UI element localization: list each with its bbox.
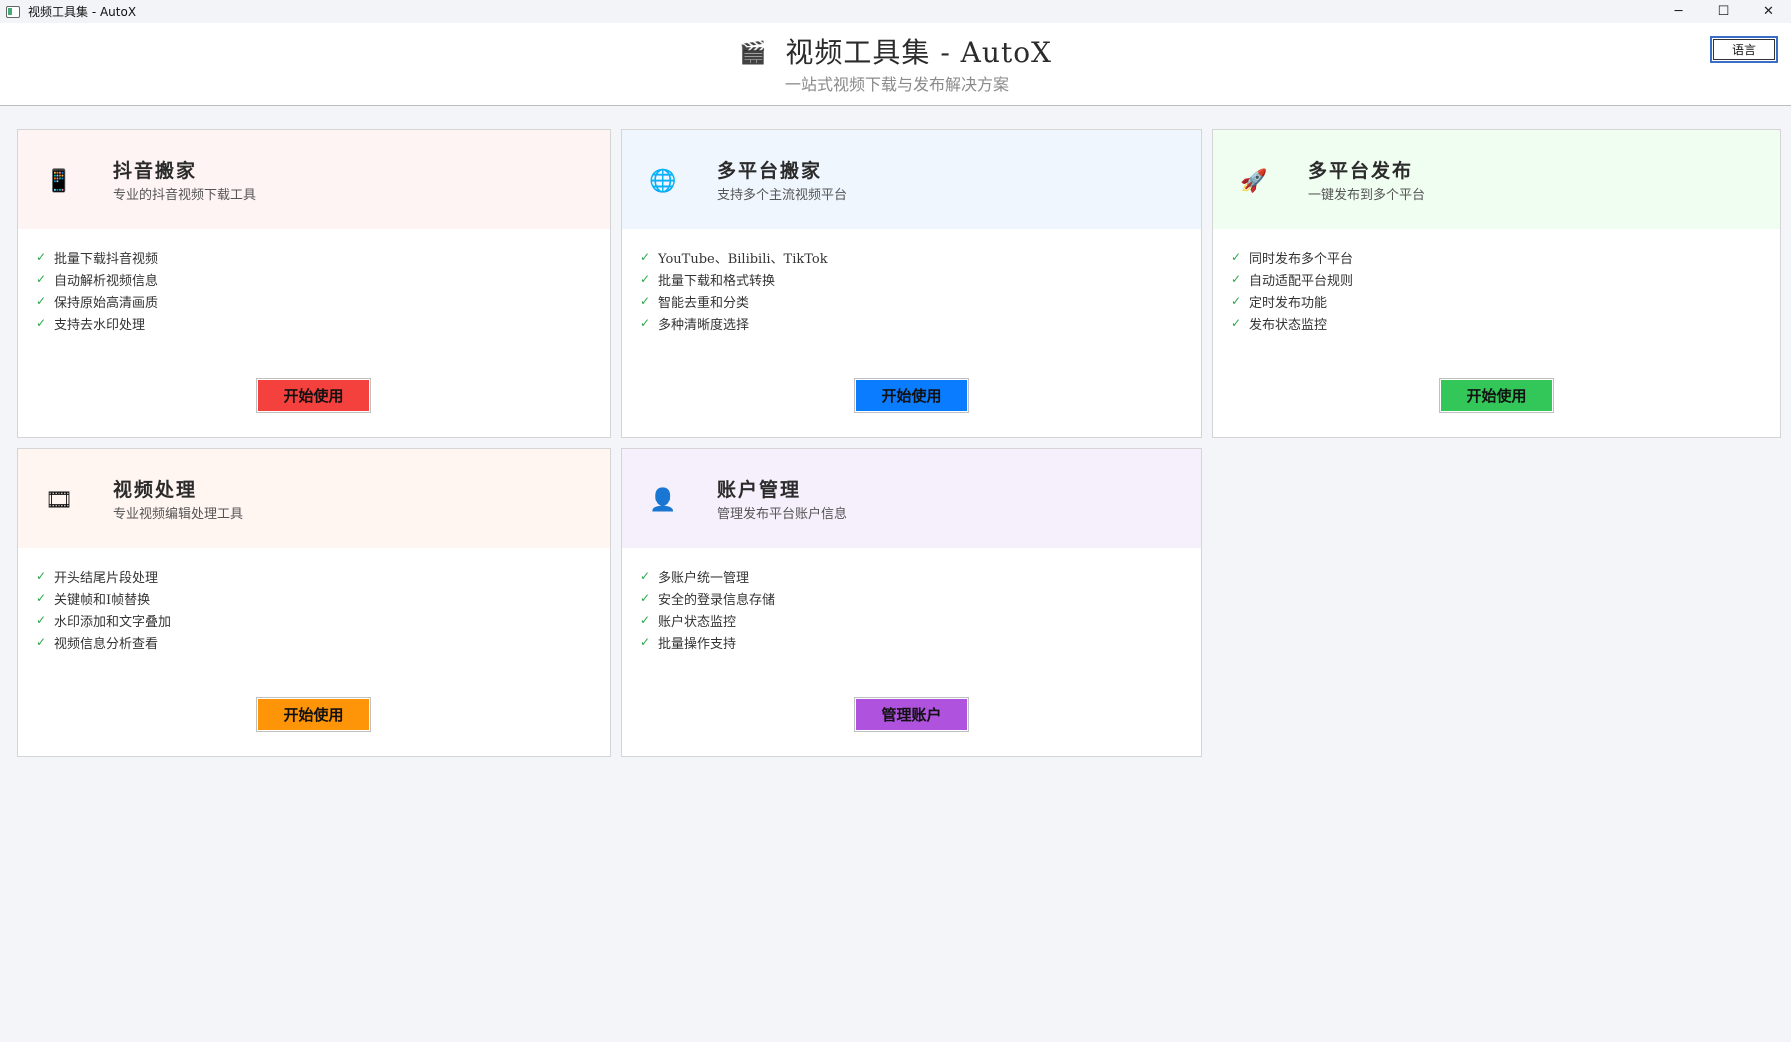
manage-accounts-button[interactable]: 管理账户 xyxy=(854,697,969,732)
feature-list: ✓ 多账户统一管理 ✓ 安全的登录信息存储 ✓ 账户状态监控 ✓ 批量操作支持 xyxy=(640,565,775,653)
card-title: 视频处理 xyxy=(113,479,198,501)
feature-item: ✓ 支持去水印处理 xyxy=(36,316,146,333)
card-header: 🌐 多平台搬家 支持多个主流视频平台 xyxy=(622,130,1201,229)
feature-item: ✓ 保持原始高清画质 xyxy=(36,294,159,311)
card-multiplatform-publish: 🚀 多平台发布 一键发布到多个平台 ✓ 同时发布多个平台 ✓ 自动适配平台规则 ✓ 定… xyxy=(1212,129,1781,438)
card-title: 多平台搬家 xyxy=(717,160,823,182)
check-icon: ✓ xyxy=(640,613,651,627)
check-icon: ✓ xyxy=(36,250,47,264)
feature-list: ✓ 同时发布多个平台 ✓ 自动适配平台规则 ✓ 定时发布功能 ✓ 发布状态监控 xyxy=(1231,246,1353,334)
card-title: 多平台发布 xyxy=(1308,160,1414,182)
feature-item: ✓ 批量下载抖音视频 xyxy=(36,250,159,267)
check-icon: ✓ xyxy=(1231,250,1242,264)
card-video-processing: 🎞 视频处理 专业视频编辑处理工具 ✓ 开头结尾片段处理 ✓ 关键帧和I帧替换 ✓ 水… xyxy=(17,448,611,757)
feature-item: ✓ 视频信息分析查看 xyxy=(36,635,159,652)
feature-item: ✓ 安全的登录信息存储 xyxy=(640,591,776,608)
feature-list: ✓ YouTube、Bilibili、TikTok ✓ 批量下载和格式转换 ✓ 智能去… xyxy=(640,246,828,334)
feature-list: ✓ 开头结尾片段处理 ✓ 关键帧和I帧替换 ✓ 水印添加和文字叠加 ✓ 视频信息分析查看 xyxy=(36,565,171,653)
card-description: 管理发布平台账户信息 xyxy=(717,507,848,522)
rocket-icon: 🚀 xyxy=(1240,168,1268,194)
check-icon: ✓ xyxy=(640,569,651,583)
close-icon[interactable]: ✕ xyxy=(1746,0,1791,23)
phone-icon: 📱 xyxy=(45,168,73,194)
feature-item: ✓ 批量操作支持 xyxy=(640,635,737,652)
feature-item: ✓ 水印添加和文字叠加 xyxy=(36,613,172,630)
window-titlebar: 视频工具集 - AutoX ─ ☐ ✕ xyxy=(0,0,1791,23)
check-icon: ✓ xyxy=(36,613,47,627)
check-icon: ✓ xyxy=(1231,316,1242,330)
feature-item: ✓ 自动解析视频信息 xyxy=(36,272,159,289)
card-description: 专业视频编辑处理工具 xyxy=(113,507,244,522)
check-icon: ✓ xyxy=(36,294,47,308)
feature-item: ✓ 同时发布多个平台 xyxy=(1231,250,1354,267)
feature-item: ✓ 多种清晰度选择 xyxy=(640,316,750,333)
start-button-douyin[interactable]: 开始使用 xyxy=(256,378,371,413)
card-douyin-transfer: 📱 抖音搬家 专业的抖音视频下载工具 ✓ 批量下载抖音视频 ✓ 自动解析视频信息 ✓… xyxy=(17,129,611,438)
check-icon: ✓ xyxy=(640,635,651,649)
start-button-video-processing[interactable]: 开始使用 xyxy=(256,697,371,732)
feature-item: ✓ 发布状态监控 xyxy=(1231,316,1328,333)
card-header: 📱 抖音搬家 专业的抖音视频下载工具 xyxy=(18,130,610,229)
check-icon: ✓ xyxy=(1231,272,1242,286)
card-description: 专业的抖音视频下载工具 xyxy=(113,188,257,203)
card-account-management: 👤 账户管理 管理发布平台账户信息 ✓ 多账户统一管理 ✓ 安全的登录信息存储 ✓ 账… xyxy=(621,448,1202,757)
minimize-icon[interactable]: ─ xyxy=(1656,0,1701,23)
card-header: 🎞 视频处理 专业视频编辑处理工具 xyxy=(18,449,610,548)
feature-item: ✓ 开头结尾片段处理 xyxy=(36,569,159,586)
feature-item: ✓ 账户状态监控 xyxy=(640,613,737,630)
check-icon: ✓ xyxy=(36,591,47,605)
page-title: 视频工具集 - AutoX xyxy=(785,36,1052,69)
feature-item: ✓ YouTube、Bilibili、TikTok xyxy=(640,250,828,267)
clapperboard-icon: 🎬 xyxy=(739,41,768,66)
page-subtitle: 一站式视频下载与发布解决方案 xyxy=(785,75,1010,94)
feature-item: ✓ 自动适配平台规则 xyxy=(1231,272,1354,289)
check-icon: ✓ xyxy=(640,294,651,308)
check-icon: ✓ xyxy=(640,250,651,264)
feature-item: ✓ 定时发布功能 xyxy=(1231,294,1328,311)
check-icon: ✓ xyxy=(640,316,651,330)
user-icon: 👤 xyxy=(649,487,677,513)
check-icon: ✓ xyxy=(36,635,47,649)
feature-item: ✓ 关键帧和I帧替换 xyxy=(36,591,151,608)
card-header: 👤 账户管理 管理发布平台账户信息 xyxy=(622,449,1201,548)
page-title-row: 🎬 视频工具集 - AutoX xyxy=(0,31,1791,71)
check-icon: ✓ xyxy=(36,316,47,330)
card-description: 一键发布到多个平台 xyxy=(1308,188,1426,203)
card-header: 🚀 多平台发布 一键发布到多个平台 xyxy=(1213,130,1780,229)
app-icon xyxy=(6,5,20,18)
check-icon: ✓ xyxy=(36,569,47,583)
check-icon: ✓ xyxy=(36,272,47,286)
app-header: 🎬 视频工具集 - AutoX 一站式视频下载与发布解决方案 语言 xyxy=(0,23,1791,106)
start-button-publish[interactable]: 开始使用 xyxy=(1439,378,1554,413)
window-title: 视频工具集 - AutoX xyxy=(28,5,137,19)
card-multiplatform-transfer: 🌐 多平台搬家 支持多个主流视频平台 ✓ YouTube、Bilibili、Tik… xyxy=(621,129,1202,438)
card-description: 支持多个主流视频平台 xyxy=(717,188,848,203)
start-button-multiplatform[interactable]: 开始使用 xyxy=(854,378,969,413)
window-controls: ─ ☐ ✕ xyxy=(1656,0,1791,23)
feature-item: ✓ 多账户统一管理 xyxy=(640,569,750,586)
maximize-icon[interactable]: ☐ xyxy=(1701,0,1746,23)
feature-item: ✓ 智能去重和分类 xyxy=(640,294,750,311)
feature-list: ✓ 批量下载抖音视频 ✓ 自动解析视频信息 ✓ 保持原始高清画质 ✓ 支持去水印处理 xyxy=(36,246,158,334)
check-icon: ✓ xyxy=(1231,294,1242,308)
globe-icon: 🌐 xyxy=(649,168,677,194)
film-icon: 🎞 xyxy=(45,487,73,513)
check-icon: ✓ xyxy=(640,591,651,605)
language-button[interactable]: 语言 xyxy=(1710,36,1778,63)
card-title: 账户管理 xyxy=(717,479,802,501)
card-title: 抖音搬家 xyxy=(113,160,198,182)
feature-item: ✓ 批量下载和格式转换 xyxy=(640,272,776,289)
check-icon: ✓ xyxy=(640,272,651,286)
